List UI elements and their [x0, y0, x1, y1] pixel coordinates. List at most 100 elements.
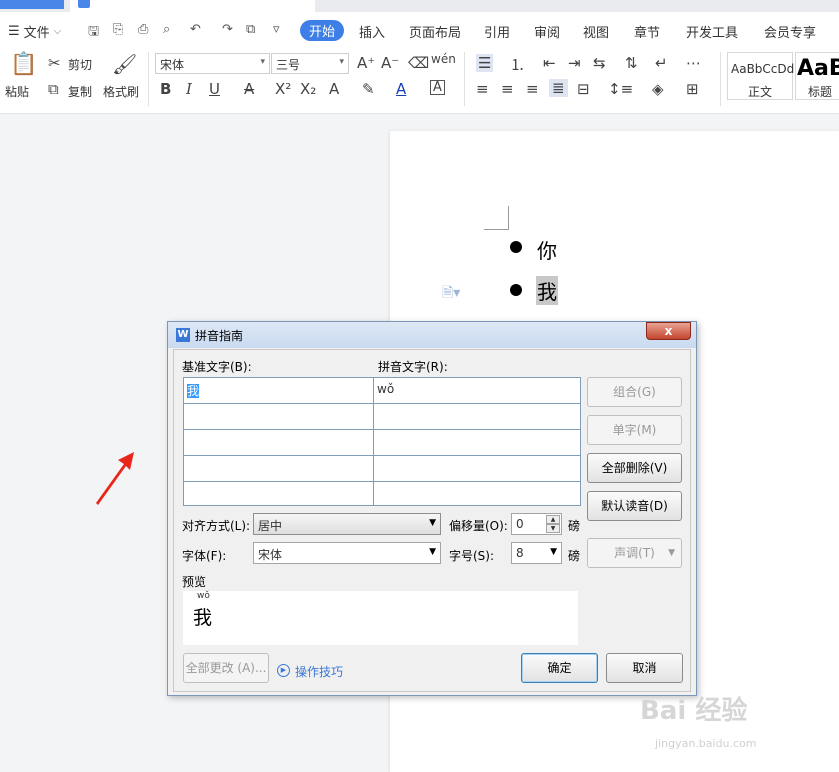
style-heading[interactable]: AaB 标题 — [795, 52, 839, 100]
pinyin-text-cell[interactable] — [374, 430, 580, 456]
subscript-icon[interactable]: X₂ — [300, 80, 316, 98]
scissors-icon[interactable]: ✂ — [48, 54, 61, 72]
home-tab[interactable] — [0, 0, 64, 9]
decrease-indent-icon[interactable]: ⇤ — [543, 54, 556, 72]
print-preview-icon[interactable]: ⌕ — [163, 22, 170, 37]
close-button[interactable]: x — [646, 322, 691, 340]
alignment-select[interactable]: 居中 ▼ — [253, 513, 441, 535]
pinyin-text-cell[interactable] — [374, 404, 580, 430]
default-reading-button[interactable]: 默认读音(D) — [587, 491, 682, 521]
base-text-cell[interactable] — [184, 482, 374, 505]
shading-icon[interactable]: ◈ — [652, 80, 664, 98]
distribute-icon[interactable]: ⊟ — [577, 80, 590, 98]
base-text-cell[interactable] — [184, 456, 374, 482]
copy-icon[interactable]: ⧉ — [246, 22, 255, 37]
show-marks-icon[interactable]: ⋯ — [686, 54, 701, 72]
pinyin-text-cell[interactable]: wǒ — [374, 378, 580, 404]
font-select[interactable]: 宋体 ▼ — [253, 542, 441, 564]
dialog-titlebar[interactable]: W 拼音指南 x — [168, 322, 696, 348]
sort-icon[interactable]: ⇅ — [625, 54, 638, 72]
more-icon[interactable]: ▿ — [273, 22, 280, 37]
size-select[interactable]: 8 ▼ — [511, 542, 562, 564]
tab-member[interactable]: 会员专享 — [764, 22, 816, 41]
tab-insert[interactable]: 插入 — [359, 22, 385, 41]
clear-format-icon[interactable]: ⌫ — [408, 54, 429, 72]
base-text-cell[interactable]: 我 — [184, 378, 374, 404]
format-painter-button[interactable]: 格式刷 — [103, 83, 139, 100]
tab-chapter[interactable]: 章节 — [634, 22, 660, 41]
align-right-icon[interactable]: ≡ — [526, 80, 539, 98]
document-icon[interactable]: 🗎▾ — [442, 282, 460, 306]
redo-icon[interactable]: ↷ — [222, 22, 233, 37]
ok-button[interactable]: 确定 — [521, 653, 598, 683]
text-effect-icon[interactable]: A — [329, 80, 339, 98]
shrink-font-icon[interactable]: A⁻ — [381, 54, 399, 72]
page-margin-corner — [484, 206, 509, 230]
char-border-icon[interactable]: A — [430, 80, 445, 95]
copy-icon[interactable]: ⧉ — [48, 80, 59, 98]
change-all-button[interactable]: 全部更改 (A)... — [183, 653, 269, 683]
spin-up-button[interactable]: ▲ — [546, 515, 560, 524]
paste-button[interactable]: 粘贴 — [5, 83, 29, 100]
pinyin-text-cell[interactable] — [374, 456, 580, 482]
tab-home[interactable]: 开始 — [300, 20, 345, 41]
borders-icon[interactable]: ⊞ — [686, 80, 699, 98]
cancel-button[interactable]: 取消 — [606, 653, 683, 683]
increase-indent-icon[interactable]: ⇥ — [568, 54, 581, 72]
italic-icon[interactable]: I — [186, 80, 192, 98]
style-normal[interactable]: AaBbCcDd 正文 — [727, 52, 794, 100]
align-left-icon[interactable]: ≡ — [476, 80, 489, 98]
single-char-button[interactable]: 单字(M) — [587, 415, 682, 445]
dialog-body: 基准文字(B): 拼音文字(R): 我 wǒ 组合(G) 单字(M) 全部删除(… — [173, 349, 691, 692]
underline-icon[interactable]: U — [209, 80, 220, 98]
line-spacing-icon[interactable]: ↕≡ — [608, 80, 633, 98]
base-text-cell[interactable] — [184, 404, 374, 430]
writer-icon — [78, 0, 90, 8]
tab-review[interactable]: 审阅 — [534, 22, 560, 41]
base-text-cell[interactable] — [184, 430, 374, 456]
chevron-down-icon: ⌵ — [53, 26, 62, 37]
tab-references[interactable]: 引用 — [484, 22, 510, 41]
copy-button[interactable]: 复制 — [68, 83, 92, 100]
pinyin-text-cell[interactable] — [374, 482, 580, 505]
grow-font-icon[interactable]: A⁺ — [357, 54, 375, 72]
list-item-selected[interactable]: 我 — [536, 276, 558, 305]
list-item[interactable]: 你 — [537, 235, 557, 264]
font-color-icon[interactable]: A — [396, 80, 406, 98]
tone-button[interactable]: 声调(T) ▼ — [587, 538, 682, 568]
document-tab[interactable] — [70, 0, 315, 12]
undo-icon[interactable]: ↶ — [190, 22, 201, 37]
tab-view[interactable]: 视图 — [583, 22, 609, 41]
pinyin-guide-icon[interactable]: wén — [431, 52, 456, 66]
text-direction-icon[interactable]: ⇆ — [593, 54, 606, 72]
line-break-icon[interactable]: ↵ — [655, 54, 668, 72]
spin-down-button[interactable]: ▼ — [546, 524, 560, 533]
print-icon[interactable]: ⎙ — [138, 22, 148, 37]
tips-link[interactable]: 操作技巧 — [295, 663, 343, 680]
justify-icon[interactable]: ≣ — [549, 79, 568, 97]
superscript-icon[interactable]: X² — [275, 80, 291, 98]
format-painter-icon[interactable]: 🖌 — [112, 52, 137, 76]
strikethrough-icon[interactable]: A — [244, 80, 254, 98]
highlight-icon[interactable]: ✎ — [362, 80, 375, 98]
file-menu[interactable]: ☰ 文件 ⌵ — [8, 22, 61, 41]
font-name-select[interactable]: 宋体 ▾ — [155, 53, 270, 74]
tab-developer[interactable]: 开发工具 — [686, 22, 738, 41]
tab-page-layout[interactable]: 页面布局 — [409, 22, 461, 41]
play-icon[interactable]: ▶ — [277, 664, 290, 677]
paste-icon[interactable]: 📋 — [10, 52, 37, 77]
preview-pinyin: wǒ — [197, 591, 210, 601]
export-icon[interactable]: ⎘ — [113, 22, 123, 37]
align-center-icon[interactable]: ≡ — [501, 80, 514, 98]
clear-all-button[interactable]: 全部删除(V) — [587, 453, 682, 483]
bold-icon[interactable]: B — [160, 80, 171, 98]
font-label: 字体(F): — [182, 549, 227, 563]
numbered-list-icon[interactable]: ⒈ — [510, 54, 525, 75]
pinyin-text-value: wǒ — [377, 382, 395, 396]
combine-button[interactable]: 组合(G) — [587, 377, 682, 407]
cut-button[interactable]: 剪切 — [68, 56, 92, 73]
annotation-arrow — [96, 452, 134, 505]
bullet-list-icon[interactable]: ☰ — [476, 54, 494, 72]
font-size-select[interactable]: 三号 ▾ — [271, 53, 349, 74]
save-icon[interactable]: 🖫 — [88, 22, 99, 44]
